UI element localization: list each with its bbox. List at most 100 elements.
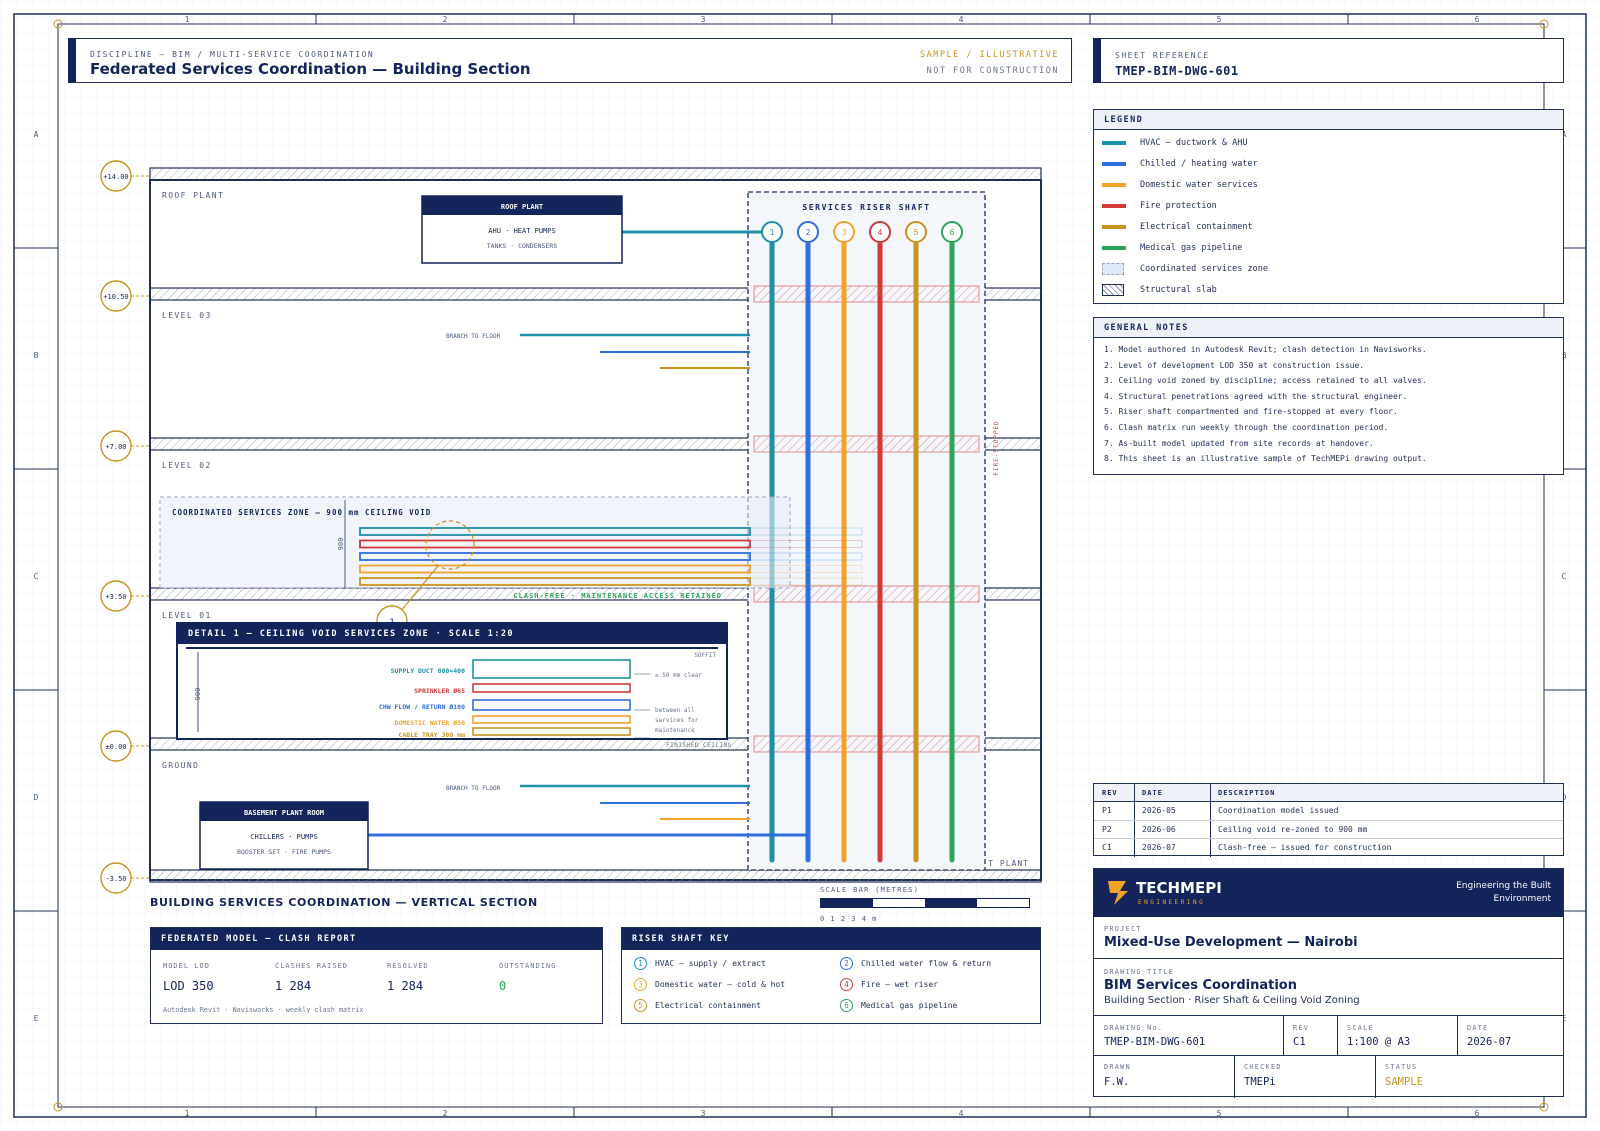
checked-value: TMEPi xyxy=(1244,1076,1276,1088)
drawn-value: F.W. xyxy=(1104,1076,1130,1088)
legend-line-swatch-icon xyxy=(1102,204,1126,208)
scale-bar xyxy=(820,898,1030,908)
sheet-reference-value: TMEP-BIM-DWG-601 xyxy=(1115,64,1239,78)
grid-ref-label: 5 xyxy=(1217,1109,1222,1118)
revision-cell: Coordination model issued xyxy=(1218,806,1339,815)
structural-slab xyxy=(149,869,1042,883)
revision-cell: Clash-free — issued for construction xyxy=(1218,843,1392,852)
drawing-subtitle: Building Section · Riser Shaft & Ceiling… xyxy=(1104,995,1360,1006)
level-elevation: +7.00 xyxy=(105,443,126,451)
legend-item-label: Structural slab xyxy=(1140,285,1217,295)
sheet-reference-label: SHEET REFERENCE xyxy=(1115,51,1210,60)
legend-item: Domestic water services xyxy=(1102,177,1258,193)
clash-report-footer: Autodesk Revit · Navisworks · weekly cla… xyxy=(163,1006,364,1014)
level-name: LEVEL 01 xyxy=(162,611,212,620)
not-for-construction-label: NOT FOR CONSTRUCTION xyxy=(926,66,1059,76)
detail-service-label: SPRINKLER Ø65 xyxy=(414,687,465,695)
roof-plant-line-2: TANKS · CONDENSERS xyxy=(487,242,558,250)
roof-plant-box: ROOF PLANT AHU · HEAT PUMPS TANKS · CONDEN… xyxy=(421,195,623,264)
riser-number-badge: 4 xyxy=(840,978,853,991)
legend-title: LEGEND xyxy=(1094,110,1563,130)
detail-service-label: SUPPLY DUCT 800×400 xyxy=(391,667,465,675)
scale-label: SCALE xyxy=(1347,1024,1374,1032)
riser-key-item: 5 Electrical containment xyxy=(634,999,761,1012)
header-panel: DISCIPLINE — BIM / MULTI-SERVICE COORDIN… xyxy=(68,38,1072,83)
zone-title: COORDINATED SERVICES ZONE — 900 mm CEILI… xyxy=(172,508,431,517)
grid-ref-label: 3 xyxy=(701,15,706,24)
clash-free-label: CLASH-FREE · MAINTENANCE ACCESS RETAINED xyxy=(513,592,722,600)
riser-key-item: 4 Fire — wet riser xyxy=(840,978,938,991)
slab-swatch-icon xyxy=(1102,284,1124,296)
stat-label: CLASHES RAISED xyxy=(275,962,349,970)
legend-item-label: Domestic water services xyxy=(1140,180,1258,190)
riser-key-label: Chilled water flow & return xyxy=(861,959,992,968)
basement-plant-line-2: BOOSTER SET · FIRE PUMPS xyxy=(237,848,331,856)
title-block: TECHMEPI ENGINEERING Engineering the Bui… xyxy=(1093,868,1564,1098)
riser-number-badge: 2 xyxy=(840,957,853,970)
note-item: 1. Model authored in Autodesk Revit; cla… xyxy=(1104,345,1427,354)
finished-ceiling-label: FINISHED CEILING xyxy=(666,742,732,749)
grid-ref-label: 3 xyxy=(701,1109,706,1118)
stat-value: LOD 350 xyxy=(163,979,214,993)
detail-note: ≥ 50 mm clear xyxy=(655,672,702,679)
grid-ref-label: C xyxy=(1562,572,1567,581)
stat-label: MODEL LOD xyxy=(163,962,210,970)
detail-service-run xyxy=(472,727,631,736)
riser-key-item: 2 Chilled water flow & return xyxy=(840,957,991,970)
legend-item: Electrical containment xyxy=(1102,219,1253,235)
soffit-label: SOFFIT xyxy=(694,652,716,659)
scale-bar-ticks: 0 1 2 3 4 m xyxy=(820,915,878,923)
clash-report-panel: FEDERATED MODEL — CLASH REPORT MODEL LOD… xyxy=(150,927,603,1024)
revision-cell: 2026-06 xyxy=(1142,824,1176,834)
legend-item: Chilled / heating water xyxy=(1102,156,1258,172)
legend-item: HVAC — ductwork & AHU xyxy=(1102,135,1247,151)
legend-item-label: Chilled / heating water xyxy=(1140,159,1258,169)
note-item: 4. Structural penetrations agreed with t… xyxy=(1104,391,1408,401)
page-title: Federated Services Coordination — Buildi… xyxy=(90,60,531,78)
riser-key-panel: RISER SHAFT KEY 1 HVAC — supply / extract… xyxy=(621,927,1041,1024)
date-value: 2026-07 xyxy=(1467,1036,1512,1048)
revisions-header-cell: DATE xyxy=(1142,789,1163,797)
grid-ref-label: 4 xyxy=(959,15,964,24)
detail-dimension: 900 xyxy=(194,688,202,701)
detail-service-label: CABLE TRAY 300 mm xyxy=(398,731,465,738)
fire-stop-band xyxy=(753,435,980,453)
riser-number: 2 xyxy=(806,228,811,237)
riser-key-label: Electrical containment xyxy=(655,1001,761,1010)
riser-key-item: 3 Domestic water — cold & hot xyxy=(634,978,785,991)
discipline-label: DISCIPLINE — BIM / MULTI-SERVICE COORDIN… xyxy=(90,50,375,59)
detail-note: services for xyxy=(655,717,699,724)
grid-ref-label: A xyxy=(34,130,39,139)
grid-ref-label: 4 xyxy=(959,1109,964,1118)
level-name: LEVEL 03 xyxy=(162,311,212,320)
detail-1-drawing: SOFFIT 900 SUPPLY DUCT 800×400 SPRINKLER Ø6… xyxy=(186,647,718,738)
riser-number: 6 xyxy=(950,228,955,237)
basement-tag: T PLANT xyxy=(988,859,1029,868)
note-item: 6. Clash matrix run weekly through the c… xyxy=(1104,423,1389,432)
scale-bar-label: SCALE BAR (METRES) xyxy=(820,886,920,894)
roof-plant-title: ROOF PLANT xyxy=(501,203,543,211)
grid-ref-label: 5 xyxy=(1217,15,1222,24)
detail-service-run xyxy=(472,683,631,693)
zone-swatch-icon xyxy=(1102,263,1124,275)
level-name: LEVEL 02 xyxy=(162,461,212,470)
checked-label: CHECKED xyxy=(1244,1063,1282,1071)
basement-plant-line-1: CHILLERS · PUMPS xyxy=(250,833,317,841)
detail-service-run xyxy=(472,659,631,679)
tagline-line-2: Environment xyxy=(1493,894,1551,904)
revisions-header-cell: DESCRIPTION xyxy=(1218,789,1276,797)
revisions-header xyxy=(1094,784,1563,802)
date-label: DATE xyxy=(1467,1024,1489,1032)
stat-label: OUTSTANDING xyxy=(499,962,557,970)
revision-cell: C1 xyxy=(1102,843,1112,852)
riser-key-label: Medical gas pipeline xyxy=(861,1001,958,1010)
fire-stop-band xyxy=(753,285,980,303)
legend-item-label: HVAC — ductwork & AHU xyxy=(1140,138,1248,148)
notes-title: GENERAL NOTES xyxy=(1094,318,1563,338)
clash-report-title: FEDERATED MODEL — CLASH REPORT xyxy=(151,928,602,950)
grid-ref-label: 1 xyxy=(185,1109,190,1118)
stat-label: RESOLVED xyxy=(387,962,429,970)
legend-line-swatch-icon xyxy=(1102,141,1126,145)
riser-key-title: RISER SHAFT KEY xyxy=(622,928,1040,950)
riser-number: 3 xyxy=(842,228,847,237)
